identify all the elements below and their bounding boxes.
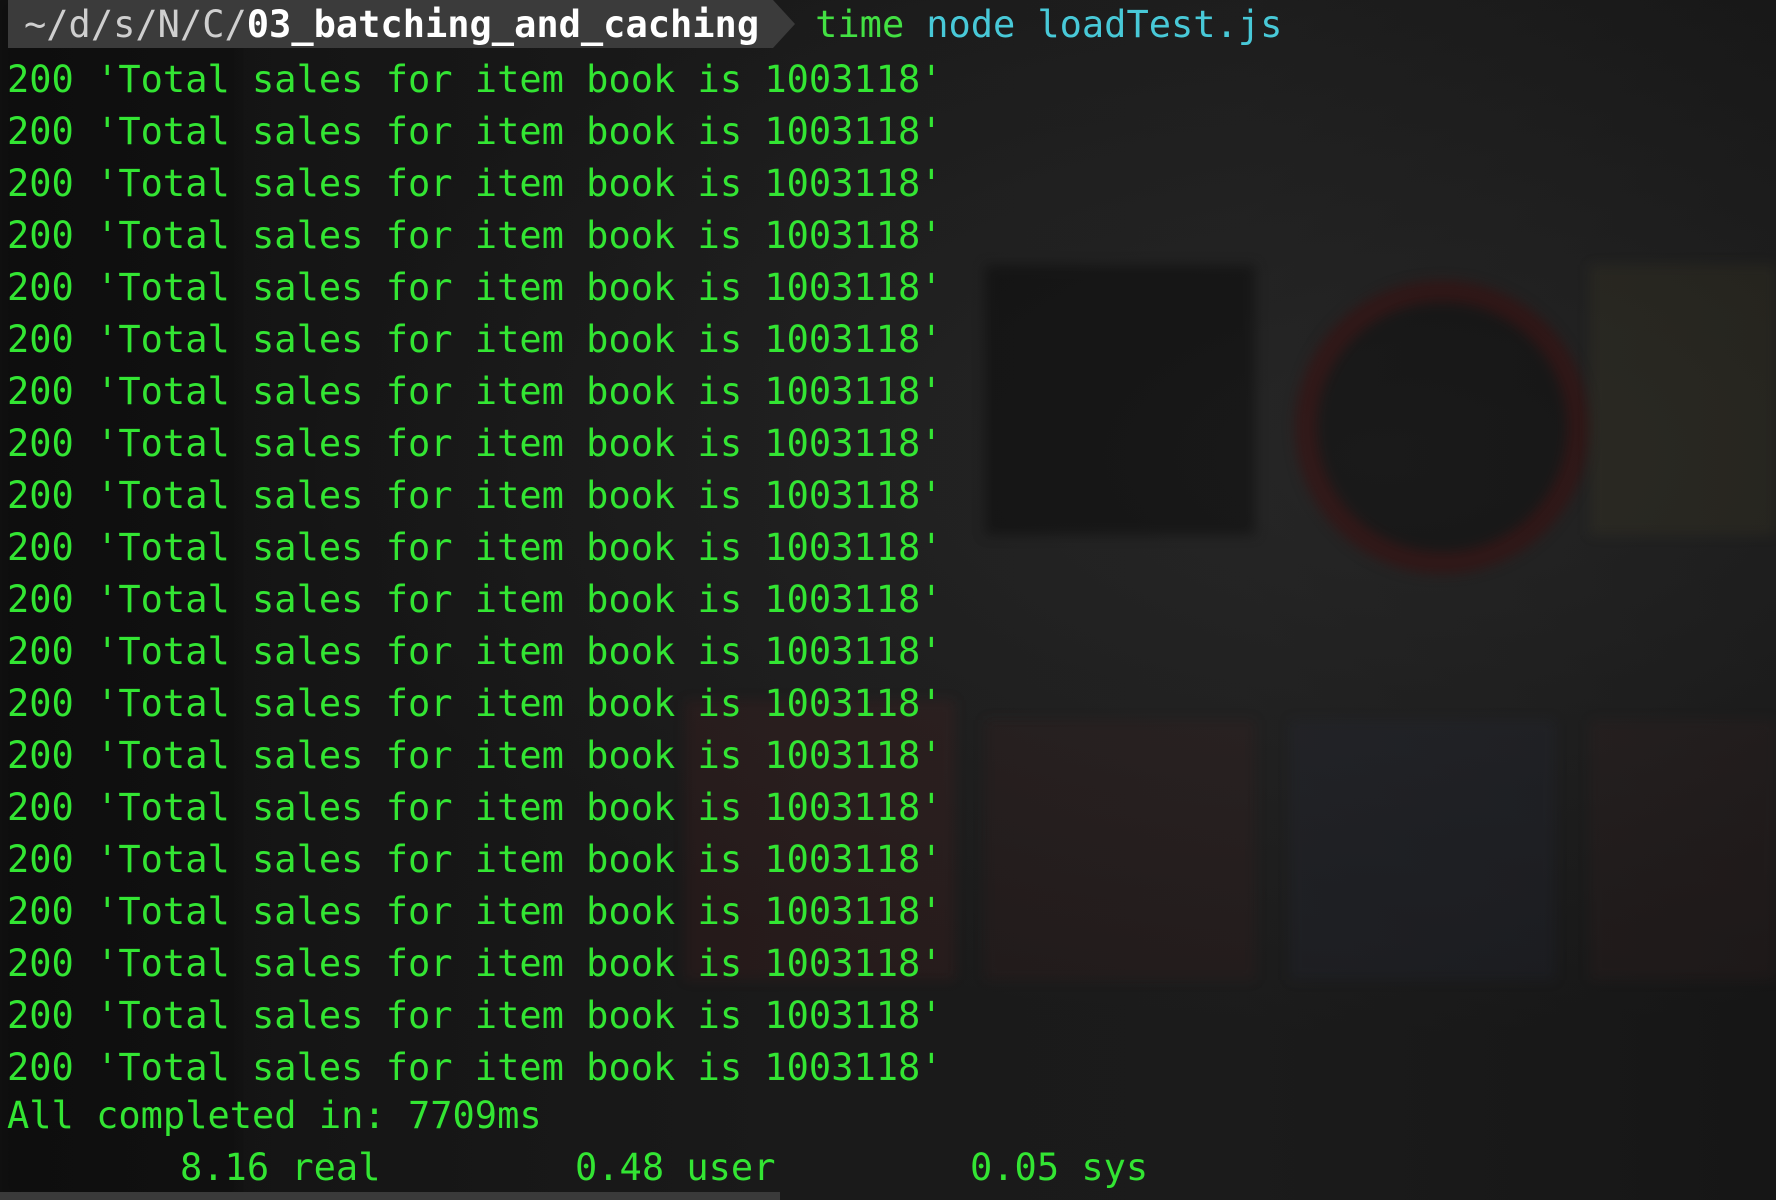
output-line: 200 'Total sales for item book is 100311… (7, 630, 943, 673)
output-line: 200 'Total sales for item book is 100311… (7, 1046, 943, 1089)
output-line: 200 'Total sales for item book is 100311… (7, 370, 943, 413)
output-line: 200 'Total sales for item book is 100311… (7, 110, 943, 153)
shell-prompt: ~/d/s/N/C/03_batching_and_caching time n… (0, 0, 1282, 48)
background-blur (985, 720, 1255, 980)
command-keyword: time (815, 2, 905, 46)
output-line: 200 'Total sales for item book is 100311… (7, 526, 943, 569)
background-blur (985, 265, 1255, 535)
output-line: 200 'Total sales for item book is 100311… (7, 266, 943, 309)
output-line: 200 'Total sales for item book is 100311… (7, 318, 943, 361)
output-line: 200 'Total sales for item book is 100311… (7, 162, 943, 205)
output-line: 200 'Total sales for item book is 100311… (7, 994, 943, 1037)
background-blur (1590, 720, 1776, 980)
command-line[interactable]: time node loadTest.js (815, 3, 1282, 46)
output-line: 200 'Total sales for item book is 100311… (7, 58, 943, 101)
timing-real: 8.16 real (180, 1146, 381, 1189)
background-blur (1290, 720, 1555, 980)
output-line: 200 'Total sales for item book is 100311… (7, 682, 943, 725)
output-line: 200 'Total sales for item book is 100311… (7, 422, 943, 465)
completion-summary: All completed in: 7709ms (7, 1094, 542, 1137)
command-output: 200 'Total sales for item book is 100311… (7, 54, 943, 1094)
output-line: 200 'Total sales for item book is 100311… (7, 942, 943, 985)
output-line: 200 'Total sales for item book is 100311… (7, 214, 943, 257)
command-argument: loadTest.js (1037, 2, 1283, 46)
prompt-arrow-icon (773, 0, 796, 48)
output-line: 200 'Total sales for item book is 100311… (7, 734, 943, 777)
background-blur (1590, 265, 1776, 535)
output-line: 200 'Total sales for item book is 100311… (7, 786, 943, 829)
path-current-dir: 03_batching_and_caching (246, 2, 760, 46)
terminal-window[interactable]: ~/d/s/N/C/03_batching_and_caching time n… (0, 0, 1776, 1200)
command-program: node (926, 2, 1016, 46)
timing-user: 0.48 user (575, 1146, 776, 1189)
background-blur (1295, 280, 1589, 574)
timing-sys: 0.05 sys (970, 1146, 1149, 1189)
path-prefix: ~/d/s/N/C/ (24, 2, 247, 46)
output-line: 200 'Total sales for item book is 100311… (7, 578, 943, 621)
output-line: 200 'Total sales for item book is 100311… (7, 890, 943, 933)
horizontal-scrollbar[interactable] (0, 1192, 780, 1200)
output-line: 200 'Total sales for item book is 100311… (7, 838, 943, 881)
prompt-path: ~/d/s/N/C/03_batching_and_caching (8, 0, 774, 48)
timing-report: 8.16 real 0.48 user 0.05 sys (0, 1142, 1148, 1194)
output-line: 200 'Total sales for item book is 100311… (7, 474, 943, 517)
